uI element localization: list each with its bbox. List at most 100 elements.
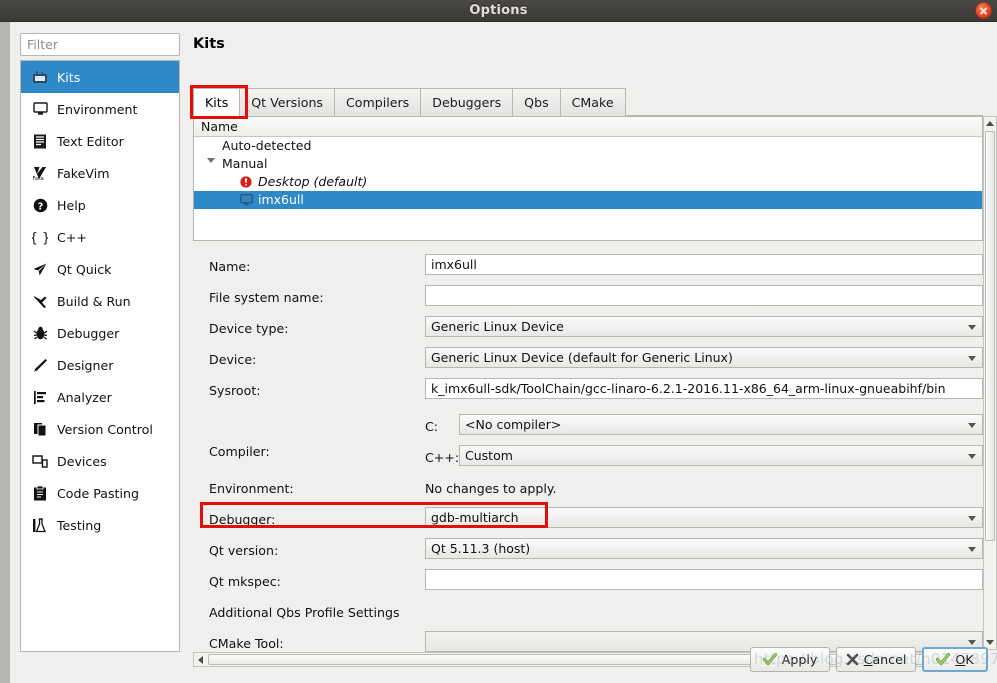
options-dialog: Options Kits	[0, 0, 997, 683]
sidebar-item-testing[interactable]: Testing	[21, 509, 179, 541]
svg-text:{ }: { }	[32, 231, 48, 245]
filter-input[interactable]	[20, 33, 180, 56]
qt-version-combo[interactable]: Qt 5.11.3 (host)	[425, 538, 983, 559]
compiler-cpp-value: Custom	[465, 448, 513, 463]
file-system-name-input[interactable]	[425, 285, 983, 306]
sidebar-item-label: Designer	[57, 357, 114, 373]
monitor-icon	[238, 194, 254, 206]
kit-detail-form: Name: File system name: Device type: Gen…	[193, 250, 983, 652]
compiler-c-combo[interactable]: <No compiler>	[459, 414, 983, 435]
tab-qbs[interactable]: Qbs	[512, 88, 560, 116]
name-input[interactable]	[425, 254, 983, 275]
sidebar-item-debugger[interactable]: Debugger	[21, 317, 179, 349]
flask-icon	[29, 516, 51, 534]
question-mark-icon: ?	[29, 196, 51, 214]
sidebar-item-label: C++	[57, 229, 87, 245]
sysroot-field-wrap	[425, 378, 983, 399]
chevron-down-icon	[968, 454, 976, 459]
fakevim-icon: Fake	[29, 164, 51, 182]
tab-debuggers[interactable]: Debuggers	[420, 88, 513, 116]
sidebar-item-label: Help	[57, 197, 86, 213]
chevron-down-icon	[968, 356, 976, 361]
window-left-border	[0, 22, 10, 683]
sidebar-item-analyzer[interactable]: Analyzer	[21, 381, 179, 413]
sidebar-item-label: Analyzer	[57, 389, 112, 405]
debugger-label: Debugger:	[209, 512, 276, 527]
tree-item-label: Manual	[222, 156, 268, 171]
dialog-button-bar: Apply Cancel OK	[0, 636, 997, 683]
chevron-down-icon	[968, 325, 976, 330]
sidebar-item-label: Testing	[57, 517, 102, 533]
devices-icon	[29, 452, 51, 470]
tree-column-header-name: Name	[194, 117, 982, 137]
sidebar-item-label: FakeVim	[57, 165, 110, 181]
compiler-label: Compiler:	[209, 444, 270, 459]
tab-qt-versions[interactable]: Qt Versions	[239, 88, 334, 116]
sidebar-item-code-pasting[interactable]: Code Pasting	[21, 477, 179, 509]
sidebar-item-version-control[interactable]: Version Control	[21, 413, 179, 445]
options-category-list[interactable]: Kits Environment Text Editor Fake FakeVi…	[20, 60, 180, 652]
sidebar-item-build-and-run[interactable]: Build & Run	[21, 285, 179, 317]
compiler-cpp-combo[interactable]: Custom	[459, 445, 983, 466]
svg-text:Fake: Fake	[33, 176, 44, 181]
debugger-combo[interactable]: gdb-multiarch	[425, 507, 983, 528]
vertical-scroll-thumb[interactable]	[985, 131, 995, 541]
qt-mkspec-input[interactable]	[425, 569, 983, 590]
device-type-combo[interactable]: Generic Linux Device	[425, 316, 983, 337]
cancel-button[interactable]: Cancel	[836, 647, 916, 672]
sidebar-item-devices[interactable]: Devices	[21, 445, 179, 477]
device-combo-wrap: Generic Linux Device (default for Generi…	[425, 347, 983, 368]
file-system-name-label: File system name:	[209, 290, 324, 305]
chevron-down-icon	[968, 516, 976, 521]
table-row[interactable]: Auto-detected	[194, 137, 982, 155]
tab-bar[interactable]: Kits Qt Versions Compilers Debuggers Qbs…	[193, 88, 983, 116]
table-row[interactable]: Manual	[194, 155, 982, 178]
tab-kits[interactable]: Kits	[193, 88, 240, 116]
sidebar-item-help[interactable]: ? Help	[21, 189, 179, 221]
name-label: Name:	[209, 259, 251, 274]
sidebar-item-qt-quick[interactable]: Qt Quick	[21, 253, 179, 285]
apply-button[interactable]: Apply	[750, 647, 830, 672]
title-bar: Options	[0, 0, 997, 22]
sidebar-item-label: Debugger	[57, 325, 120, 341]
device-type-value: Generic Linux Device	[431, 319, 564, 334]
sidebar-item-text-editor[interactable]: Text Editor	[21, 125, 179, 157]
compiler-c-value: <No compiler>	[465, 417, 562, 432]
compiler-cpp-combo-wrap: Custom	[459, 445, 983, 466]
qt-mkspec-field-wrap	[425, 569, 983, 590]
ok-button[interactable]: OK	[922, 647, 988, 672]
close-icon[interactable]	[975, 2, 992, 19]
bug-icon	[29, 324, 51, 342]
tab-compilers[interactable]: Compilers	[334, 88, 421, 116]
environment-label: Environment:	[209, 481, 294, 496]
tab-cmake[interactable]: CMake	[559, 88, 626, 116]
chevron-down-icon	[968, 547, 976, 552]
sidebar-item-cpp[interactable]: { } C++	[21, 221, 179, 253]
table-row[interactable]: imx6ull	[194, 191, 982, 209]
sysroot-input[interactable]	[425, 378, 983, 399]
sidebar-item-label: Environment	[57, 101, 138, 117]
table-row[interactable]: Desktop (default)	[194, 173, 982, 191]
sidebar-item-fakevim[interactable]: Fake FakeVim	[21, 157, 179, 189]
window-title: Options	[469, 3, 528, 18]
sidebar-item-label: Build & Run	[57, 293, 131, 309]
svg-text:?: ?	[37, 201, 43, 212]
scroll-up-icon[interactable]	[984, 117, 996, 130]
chevron-down-icon	[968, 423, 976, 428]
kits-tree-view[interactable]: Name Auto-detected Manual Desktop (defau…	[193, 116, 983, 241]
tree-item-label: imx6ull	[258, 192, 304, 207]
device-combo[interactable]: Generic Linux Device (default for Generi…	[425, 347, 983, 368]
sidebar-item-designer[interactable]: Designer	[21, 349, 179, 381]
dialog-body: Kits Environment Text	[0, 22, 997, 683]
debugger-combo-wrap: gdb-multiarch	[425, 507, 983, 528]
sidebar-item-label: Devices	[57, 453, 107, 469]
sidebar-item-label: Code Pasting	[57, 485, 139, 501]
main-vertical-scrollbar[interactable]	[983, 116, 997, 650]
sidebar-item-label: Version Control	[57, 421, 153, 437]
qt-version-combo-wrap: Qt 5.11.3 (host)	[425, 538, 983, 559]
sidebar-item-environment[interactable]: Environment	[21, 93, 179, 125]
text-document-icon	[29, 132, 51, 150]
sidebar-item-kits[interactable]: Kits	[21, 61, 179, 93]
qt-mkspec-label: Qt mkspec:	[209, 574, 281, 589]
chevron-down-icon[interactable]	[207, 158, 215, 180]
